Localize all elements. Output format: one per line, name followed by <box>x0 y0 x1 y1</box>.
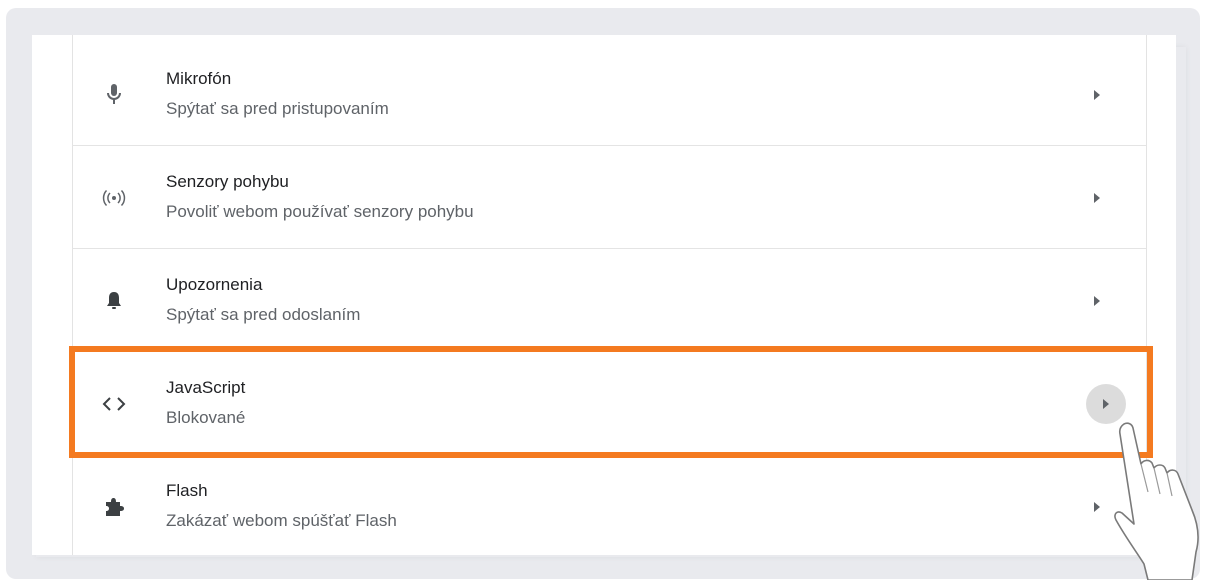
setting-row-microphone[interactable]: Mikrofón Spýtať sa pred pristupovaním <box>72 43 1146 146</box>
chevron-right-icon[interactable] <box>1082 80 1112 110</box>
setting-subtitle: Zakázať webom spúšťať Flash <box>166 511 397 530</box>
microphone-icon <box>100 81 128 109</box>
setting-row-notifications[interactable]: Upozornenia Spýtať sa pred odoslaním <box>72 249 1146 352</box>
setting-title: Flash <box>166 481 208 500</box>
setting-title: Upozornenia <box>166 275 263 294</box>
chevron-right-icon[interactable] <box>1086 383 1126 424</box>
chevron-right-icon[interactable] <box>1082 183 1112 213</box>
setting-title: JavaScript <box>166 378 246 397</box>
setting-title: Mikrofón <box>166 69 232 88</box>
hand-cursor-icon <box>1108 420 1206 585</box>
setting-subtitle: Blokované <box>166 408 246 427</box>
puzzle-icon <box>100 493 128 521</box>
setting-row-javascript[interactable]: JavaScript Blokované <box>72 352 1146 455</box>
chevron-right-icon[interactable] <box>1082 286 1112 316</box>
sensors-icon <box>100 184 128 212</box>
setting-title: Senzory pohybu <box>166 172 289 191</box>
setting-subtitle: Spýtať sa pred odoslaním <box>166 305 361 324</box>
setting-subtitle: Spýtať sa pred pristupovaním <box>166 99 389 118</box>
setting-subtitle: Povoliť webom používať senzory pohybu <box>166 202 474 221</box>
setting-row-motion-sensors[interactable]: Senzory pohybu Povoliť webom používať se… <box>72 146 1146 249</box>
bell-icon <box>100 287 128 315</box>
code-icon <box>100 390 128 418</box>
setting-row-flash[interactable]: Flash Zakázať webom spúšťať Flash <box>72 455 1146 558</box>
